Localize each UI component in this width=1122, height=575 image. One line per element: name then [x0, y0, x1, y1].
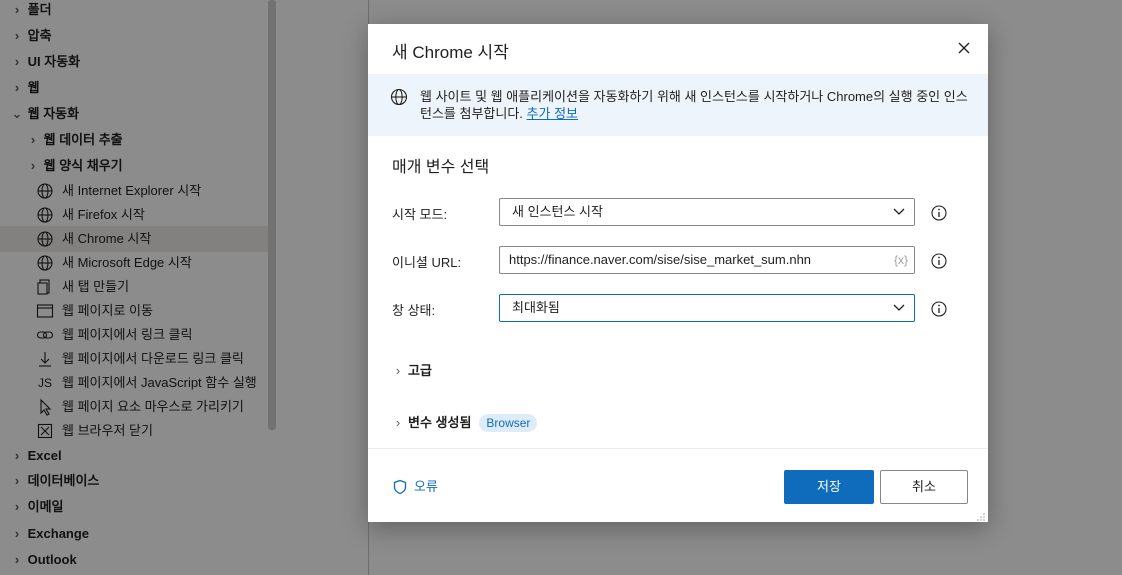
window-state-dropdown[interactable]: 최대화됨	[499, 294, 915, 322]
variable-picker-icon[interactable]: {x}	[894, 247, 908, 273]
globe-icon	[390, 88, 408, 106]
info-icon[interactable]	[930, 300, 948, 318]
info-icon[interactable]	[930, 204, 948, 222]
chevron-down-icon	[892, 205, 906, 219]
window-state-value: 최대화됨	[512, 300, 560, 315]
chevron-down-icon	[892, 301, 906, 315]
app-window: › 폴더 › 압축 › UI 자동화 › 웹 ⌄ 웹 자동화 › 웹 데이터 추…	[0, 0, 1122, 575]
initial-url-input[interactable]: https://finance.naver.com/sise/sise_mark…	[499, 246, 915, 274]
launch-mode-label: 시작 모드:	[392, 207, 448, 222]
initial-url-value: https://finance.naver.com/sise/sise_mark…	[509, 252, 812, 267]
info-icon[interactable]	[930, 252, 948, 270]
on-error-link[interactable]: 오류	[392, 476, 438, 496]
learn-more-link[interactable]: 추가 정보	[527, 106, 578, 121]
save-button[interactable]: 저장	[784, 470, 874, 504]
launch-chrome-dialog: 새 Chrome 시작 웹 사이트 및 웹 애플리케이션을 자동화하기 위해 새…	[368, 24, 988, 522]
chevron-right-icon: ›	[395, 415, 401, 430]
shield-icon	[393, 479, 407, 494]
section-title: 매개 변수 선택	[392, 159, 490, 176]
resize-grip-icon[interactable]	[976, 510, 986, 521]
launch-mode-dropdown[interactable]: 새 인스턴스 시작	[499, 198, 915, 226]
advanced-expander[interactable]: › 고급	[392, 360, 432, 379]
variables-produced-expander[interactable]: › 변수 생성됨 Browser	[392, 412, 538, 432]
dialog-title: 새 Chrome 시작	[392, 43, 509, 62]
close-icon[interactable]	[954, 38, 974, 58]
info-description: 웹 사이트 및 웹 애플리케이션을 자동화하기 위해 새 인스턴스를 시작하거나…	[420, 89, 968, 121]
launch-mode-value: 새 인스턴스 시작	[512, 204, 603, 219]
footer-divider	[368, 448, 988, 449]
initial-url-label: 이니셜 URL:	[392, 255, 462, 270]
window-state-label: 창 상태:	[392, 303, 436, 318]
variable-badge[interactable]: Browser	[479, 414, 538, 432]
cancel-button[interactable]: 취소	[880, 470, 968, 504]
chevron-right-icon: ›	[395, 363, 401, 378]
info-bar: 웹 사이트 및 웹 애플리케이션을 자동화하기 위해 새 인스턴스를 시작하거나…	[368, 74, 988, 136]
